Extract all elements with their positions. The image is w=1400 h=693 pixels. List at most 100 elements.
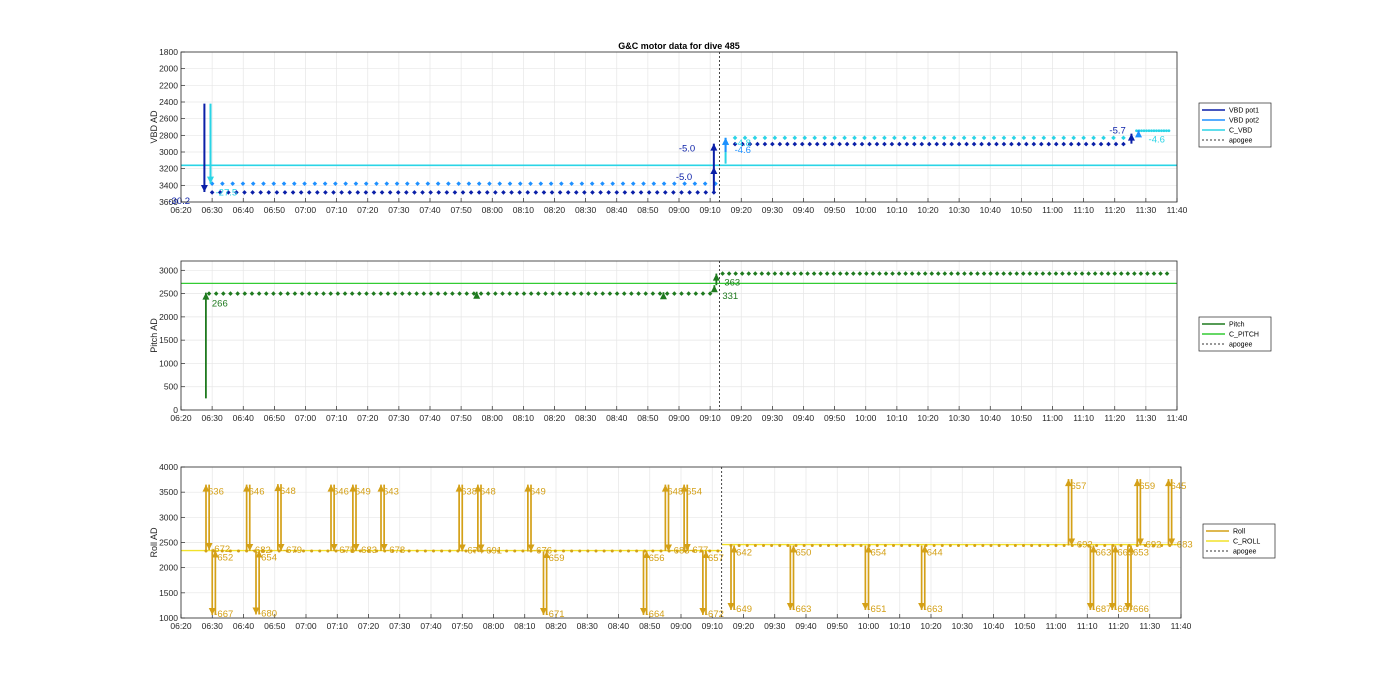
x-tick-label: 08:50: [637, 413, 659, 423]
x-tick-label: 09:40: [793, 413, 815, 423]
panels: 06:20 06:30 06:40 06:50 07:00 07:10 07:20 07:30…: [149, 47, 1276, 631]
roll-point: [1013, 544, 1017, 548]
x-tick-label: 10:00: [858, 621, 880, 631]
roll-label: -683: [1174, 540, 1193, 551]
x-tick-label: 06:30: [201, 413, 223, 423]
x-tick-label: 10:30: [952, 621, 974, 631]
roll-point: [602, 549, 606, 553]
legend: Roll C_ROLLapogee: [1202, 523, 1276, 559]
roll-point: [908, 544, 912, 548]
x-tick-label: 09:50: [824, 205, 846, 215]
y-tick-label: 2500: [159, 538, 178, 548]
roll-point: [1030, 544, 1034, 548]
roll-point: [415, 549, 419, 553]
y-axis-label: VBD AD: [149, 110, 159, 144]
x-tick-label: 08:10: [513, 413, 535, 423]
x-tick-label: 06:30: [201, 205, 223, 215]
vbd-pot2-point: [1165, 129, 1168, 133]
x-tick-label: 07:10: [326, 205, 348, 215]
x-tick-label: 06:50: [264, 205, 286, 215]
x-tick-label: 10:40: [980, 205, 1002, 215]
vbd-pump-label: -4.6: [1149, 134, 1165, 145]
roll-label: 659: [1139, 481, 1155, 492]
roll-point: [892, 544, 895, 548]
x-tick-label: 11:10: [1073, 413, 1094, 423]
roll-point: [957, 544, 960, 548]
roll-point: [997, 544, 1001, 548]
x-tick-label: 07:40: [419, 413, 441, 423]
x-tick-label: 09:00: [668, 205, 690, 215]
roll-point: [981, 544, 985, 548]
x-tick-label: 09:30: [764, 621, 786, 631]
vbd-pot2-point: [1147, 129, 1151, 133]
y-tick-label: 2500: [159, 289, 178, 299]
roll-label: -683: [358, 545, 377, 556]
roll-point: [423, 549, 427, 553]
y-tick-label: 2000: [159, 312, 178, 322]
roll-point: [618, 549, 622, 553]
x-tick-label: 10:10: [889, 621, 911, 631]
y-tick-label: 2800: [159, 130, 178, 140]
x-tick-label: 07:10: [327, 621, 349, 631]
x-tick-label: 07:00: [295, 205, 317, 215]
y-tick-label: 1800: [159, 47, 178, 57]
roll-label: 654: [686, 487, 702, 498]
vbd-pot2-point: [1155, 129, 1158, 133]
roll-label: 654: [261, 553, 277, 564]
legend-label: Roll: [1233, 529, 1246, 536]
roll-point: [1022, 544, 1025, 548]
roll-label: 657: [1071, 481, 1087, 492]
legend-label: apogee: [1229, 342, 1252, 349]
roll-label: 645: [1171, 481, 1187, 492]
y-tick-label: 2200: [159, 80, 178, 90]
y-tick-label: 3200: [159, 164, 178, 174]
vbd-pot2-point: [1142, 129, 1146, 133]
vbd-pot2-point: [1150, 129, 1153, 133]
x-tick-label: 07:20: [357, 413, 379, 423]
roll-label: 659: [549, 553, 565, 564]
x-tick-label: 07:30: [388, 413, 410, 423]
roll-label: -679: [283, 545, 302, 556]
roll-label: -666: [1130, 604, 1149, 615]
roll-point: [835, 544, 839, 548]
roll-label: 649: [355, 487, 371, 498]
x-tick-label: 11:00: [1042, 413, 1063, 423]
x-tick-label: 06:40: [233, 621, 255, 631]
x-tick-label: 09:00: [668, 413, 690, 423]
x-tick-label: 10:50: [1011, 205, 1033, 215]
roll-point: [594, 549, 598, 553]
roll-point: [237, 549, 240, 553]
vbd-pot2-point: [1140, 129, 1143, 133]
roll-label: 648: [280, 486, 296, 497]
roll-label: 648: [480, 487, 496, 498]
roll-label: 654: [871, 548, 887, 559]
panel-2: 06:20 06:30 06:40 06:50 07:00 07:10 07:20 07:30…: [149, 260, 1272, 423]
roll-point: [1062, 544, 1066, 548]
x-tick-label: 10:10: [886, 413, 908, 423]
x-tick-label: 07:40: [420, 621, 442, 631]
roll-point: [827, 544, 830, 548]
x-tick-label: 06:30: [202, 621, 224, 631]
roll-label: 648: [667, 487, 683, 498]
vbd-pot2-point: [1145, 129, 1148, 133]
roll-point: [851, 544, 855, 548]
x-tick-label: 09:00: [670, 621, 692, 631]
x-tick-label: 09:50: [827, 621, 849, 631]
roll-point: [973, 544, 977, 548]
roll-label: 657: [708, 553, 724, 564]
x-tick-label: 11:10: [1073, 205, 1094, 215]
roll-label: -678: [386, 545, 405, 556]
vbd-pump-label: -30.2: [168, 196, 190, 207]
x-tick-label: 07:50: [450, 205, 472, 215]
roll-point: [326, 549, 330, 553]
roll-point: [948, 544, 952, 548]
vbd-pump-label: -5.0: [679, 144, 695, 155]
x-tick-label: 10:10: [886, 205, 908, 215]
x-tick-label: 09:20: [731, 205, 753, 215]
x-tick-label: 08:50: [637, 205, 659, 215]
legend-label: C_PITCH: [1229, 332, 1259, 339]
x-tick-label: 11:30: [1136, 205, 1157, 215]
x-tick-label: 08:30: [577, 621, 599, 631]
roll-point: [513, 549, 517, 553]
roll-point: [770, 544, 774, 548]
